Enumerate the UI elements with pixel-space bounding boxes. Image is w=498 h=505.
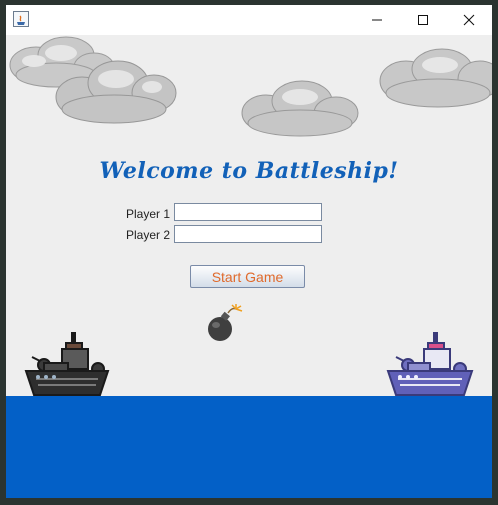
welcome-title: Welcome to Battleship! <box>99 158 399 184</box>
battleship-purple-icon <box>386 332 474 396</box>
java-app-icon <box>13 11 29 27</box>
bomb-icon <box>208 304 243 341</box>
title-bar <box>6 5 492 35</box>
maximize-button[interactable] <box>400 5 446 35</box>
battleship-dark-icon <box>24 332 110 396</box>
start-game-button[interactable]: Start Game <box>190 265 305 288</box>
maximize-icon <box>418 15 428 25</box>
cloud-icon <box>379 48 492 108</box>
minimize-icon <box>372 19 382 21</box>
close-icon <box>463 14 475 26</box>
player2-label: Player 2 <box>126 228 171 242</box>
player1-input[interactable] <box>174 203 322 221</box>
cloud-icon <box>241 80 359 137</box>
player2-input[interactable] <box>174 225 322 243</box>
minimize-button[interactable] <box>354 5 400 35</box>
player1-label: Player 1 <box>126 207 171 221</box>
cloud-icon <box>55 60 177 124</box>
sea <box>6 396 492 498</box>
close-button[interactable] <box>446 5 492 35</box>
game-window: Welcome to Battleship! Player 1 Player 2… <box>6 5 492 498</box>
